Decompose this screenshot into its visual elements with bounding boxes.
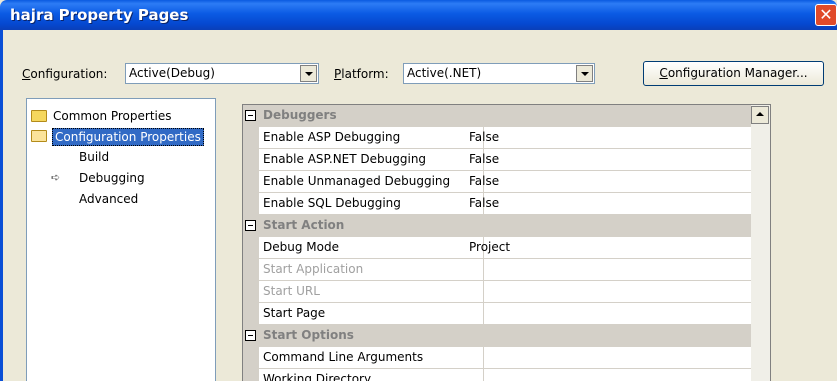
collapse-icon[interactable] [245, 220, 256, 231]
folder-open-icon [31, 130, 47, 142]
property-name: Enable Unmanaged Debugging [263, 174, 451, 188]
category-row-start-options[interactable]: Start Options [243, 325, 751, 347]
property-row-start-page[interactable]: Start Page [243, 303, 751, 325]
category-tree: Common Properties Configuration Properti… [26, 98, 216, 381]
property-name: Enable SQL Debugging [263, 196, 401, 210]
property-name: Start Application [263, 262, 364, 276]
property-name: Enable ASP Debugging [263, 130, 401, 144]
property-row-working-directory[interactable]: Working Directory [243, 369, 751, 381]
configuration-label: Configuration: [22, 67, 108, 81]
property-row-enable-unmanaged-debugging[interactable]: Enable Unmanaged Debugging False [243, 171, 751, 193]
property-row-enable-aspnet-debugging[interactable]: Enable ASP.NET Debugging False [243, 149, 751, 171]
collapse-icon[interactable] [245, 330, 256, 341]
property-grid: Debuggers Enable ASP Debugging False Ena… [242, 104, 771, 381]
tree-item-label: Advanced [79, 192, 139, 206]
property-value[interactable]: False [469, 130, 499, 144]
chevron-down-icon[interactable] [300, 65, 317, 82]
property-row-enable-asp-debugging[interactable]: Enable ASP Debugging False [243, 127, 751, 149]
property-value[interactable]: Project [469, 240, 510, 254]
title-bar[interactable]: hajra Property Pages ✕ [0, 0, 837, 30]
category-row-start-action[interactable]: Start Action [243, 215, 751, 237]
property-name: Start Page [263, 306, 326, 320]
property-name: Start URL [263, 284, 320, 298]
configuration-value: Active(Debug) [129, 66, 215, 80]
property-value[interactable]: False [469, 196, 499, 210]
platform-label: Platform: [334, 67, 389, 81]
scroll-up-icon[interactable] [751, 106, 769, 124]
tree-item-label: Debugging [79, 171, 145, 185]
tree-item-advanced[interactable]: Advanced [79, 190, 138, 208]
platform-dropdown[interactable]: Active(.NET) [403, 63, 595, 84]
property-value[interactable]: False [469, 152, 499, 166]
property-name: Debug Mode [263, 240, 339, 254]
property-row-start-application: Start Application [243, 259, 751, 281]
category-label: Debuggers [263, 108, 337, 122]
property-row-debug-mode[interactable]: Debug Mode Project [243, 237, 751, 259]
arrow-right-icon: ➪ [51, 171, 61, 184]
close-icon[interactable]: ✕ [815, 4, 837, 26]
property-value[interactable]: False [469, 174, 499, 188]
property-name: Enable ASP.NET Debugging [263, 152, 427, 166]
category-label: Start Action [263, 218, 345, 232]
property-name: Working Directory [263, 372, 372, 381]
tree-item-label: Common Properties [53, 109, 172, 123]
property-name: Command Line Arguments [263, 350, 424, 364]
platform-value: Active(.NET) [407, 66, 482, 80]
property-row-start-url: Start URL [243, 281, 751, 303]
chevron-down-icon[interactable] [576, 65, 593, 82]
category-row-debuggers[interactable]: Debuggers [243, 105, 751, 127]
folder-closed-icon [31, 110, 47, 122]
configuration-dropdown[interactable]: Active(Debug) [125, 63, 319, 84]
collapse-icon[interactable] [245, 110, 256, 121]
tree-item-build[interactable]: Build [79, 148, 109, 166]
category-label: Start Options [263, 328, 354, 342]
configuration-manager-button[interactable]: Configuration Manager... [643, 61, 824, 86]
tree-item-label: Build [79, 150, 110, 164]
vertical-scrollbar[interactable] [751, 105, 770, 381]
property-row-enable-sql-debugging[interactable]: Enable SQL Debugging False [243, 193, 751, 215]
property-row-command-line-arguments[interactable]: Command Line Arguments [243, 347, 751, 369]
tree-item-label: Configuration Properties [52, 128, 204, 146]
window-title: hajra Property Pages [10, 6, 189, 24]
